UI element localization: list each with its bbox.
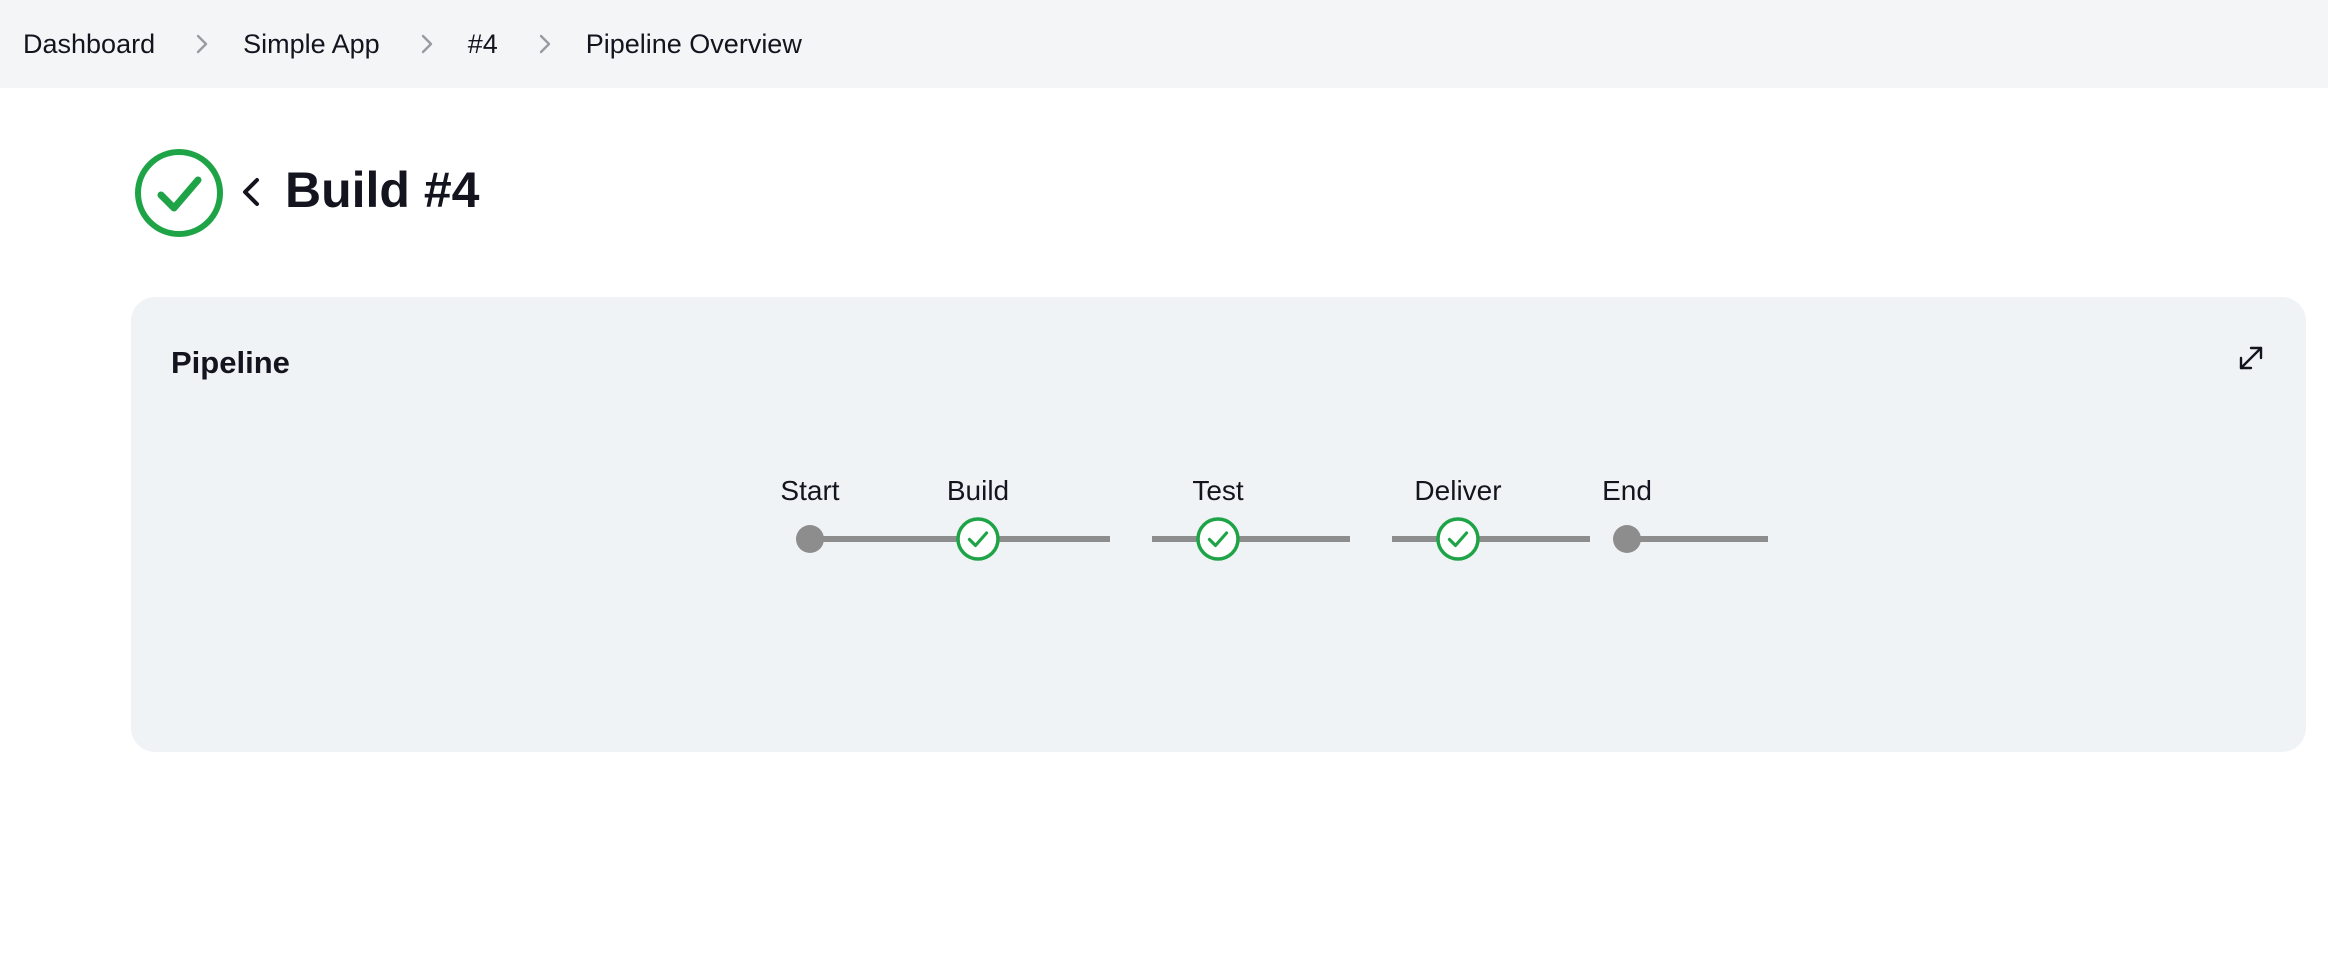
pipeline-graph: Start Build Test Deliver End	[131, 297, 2306, 752]
pipeline-track-segment	[1392, 536, 1590, 542]
check-circle-icon	[134, 148, 224, 238]
stage-label-end: End	[1602, 475, 1652, 506]
stage-label-build: Build	[946, 475, 1010, 506]
pipeline-track-segment	[1632, 536, 1768, 542]
chevron-left-icon	[243, 178, 259, 206]
breadcrumb-pipeline-overview[interactable]: Pipeline Overview	[586, 29, 802, 60]
back-button[interactable]	[236, 170, 266, 214]
stage-label-deliver: Deliver	[1414, 475, 1502, 506]
stage-node-build[interactable]	[955, 516, 1001, 562]
chevron-right-icon	[420, 33, 434, 55]
stage-label-test: Test	[1192, 475, 1244, 506]
check-circle-icon	[1196, 517, 1240, 561]
check-circle-icon	[956, 517, 1000, 561]
stage-node-test[interactable]	[1195, 516, 1241, 562]
stage-node-deliver[interactable]	[1435, 516, 1481, 562]
breadcrumb: Dashboard Simple App #4 Pipeline Overvie…	[0, 0, 2328, 88]
breadcrumb-build-number[interactable]: #4	[468, 29, 498, 60]
pipeline-card: Pipeline Start Build Test Deliver End	[131, 297, 2306, 752]
page-title: Build #4	[285, 162, 480, 218]
end-node	[1613, 525, 1641, 553]
chevron-right-icon	[538, 33, 552, 55]
breadcrumb-simple-app[interactable]: Simple App	[243, 29, 380, 60]
stage-label-start: Start	[780, 475, 840, 506]
breadcrumb-dashboard[interactable]: Dashboard	[23, 29, 155, 60]
check-circle-icon	[1436, 517, 1480, 561]
pipeline-track-segment	[1152, 536, 1350, 542]
chevron-right-icon	[195, 33, 209, 55]
start-node	[796, 525, 824, 553]
